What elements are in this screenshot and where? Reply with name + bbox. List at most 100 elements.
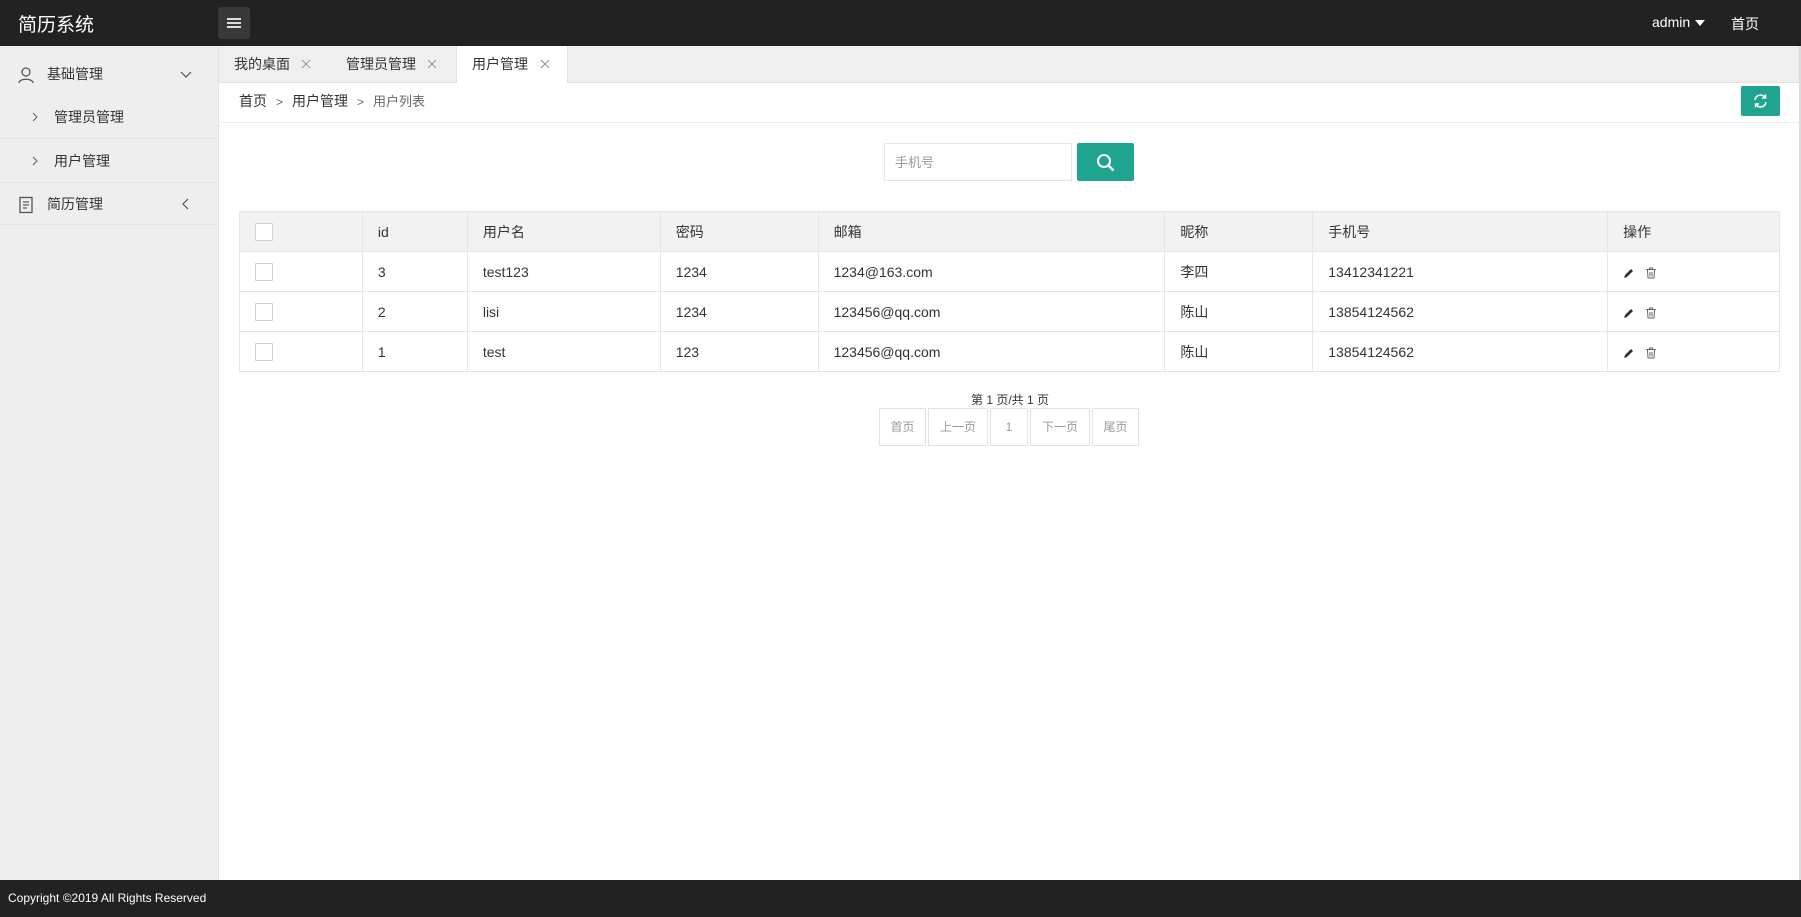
breadcrumb-user-management[interactable]: 用户管理 bbox=[292, 93, 348, 109]
hamburger-icon bbox=[227, 22, 241, 24]
breadcrumb-current: 用户列表 bbox=[373, 94, 426, 109]
last-page-button[interactable]: 尾页 bbox=[1092, 408, 1139, 446]
cell-actions bbox=[1607, 331, 1780, 372]
row-checkbox[interactable] bbox=[255, 302, 273, 321]
row-checkbox-cell bbox=[239, 331, 363, 372]
chevron-down-icon bbox=[180, 71, 192, 78]
cell-id: 2 bbox=[361, 291, 468, 332]
sidebar: 基础管理 管理员管理 用户管理 简历管理 bbox=[0, 46, 219, 880]
tab-label: 管理员管理 bbox=[346, 56, 416, 72]
phone-search-input[interactable] bbox=[884, 143, 1072, 181]
delete-icon[interactable] bbox=[1645, 267, 1657, 279]
caret-down-icon bbox=[1695, 20, 1706, 27]
column-header: 密码 bbox=[659, 211, 819, 252]
cell-id: 3 bbox=[361, 251, 468, 292]
column-header: 用户名 bbox=[466, 211, 661, 252]
breadcrumb-separator: > bbox=[357, 95, 365, 109]
cell-password: 1234 bbox=[659, 291, 819, 332]
sidebar-item-admin[interactable]: 管理员管理 bbox=[0, 95, 218, 139]
row-checkbox-cell bbox=[239, 251, 363, 292]
cell-email: 123456@qq.com bbox=[817, 291, 1166, 332]
cell-username: test123 bbox=[466, 251, 661, 292]
cell-nickname: 陈山 bbox=[1164, 331, 1314, 372]
column-header: 邮箱 bbox=[817, 211, 1166, 252]
row-checkbox[interactable] bbox=[255, 342, 273, 361]
top-header: 简历系统 admin 首页 bbox=[0, 0, 1801, 46]
cell-id: 1 bbox=[361, 331, 468, 372]
chevron-right-icon bbox=[32, 156, 38, 166]
breadcrumb-home[interactable]: 首页 bbox=[239, 93, 267, 109]
chevron-left-icon bbox=[182, 198, 189, 210]
edit-icon[interactable] bbox=[1623, 347, 1635, 359]
tab-label: 用户管理 bbox=[472, 56, 528, 72]
hamburger-icon bbox=[227, 26, 241, 28]
cell-username: test bbox=[466, 331, 661, 372]
main-content: 首页 > 用户管理 > 用户列表 id 用户名 密码 邮箱 昵称 bbox=[219, 83, 1801, 880]
page-number-button[interactable]: 1 bbox=[990, 408, 1028, 446]
column-header: id bbox=[361, 211, 468, 252]
delete-icon[interactable] bbox=[1645, 347, 1657, 359]
copyright-text: Copyright ©2019 All Rights Reserved bbox=[8, 891, 207, 905]
close-icon[interactable] bbox=[427, 59, 437, 69]
search-button[interactable] bbox=[1077, 143, 1134, 181]
refresh-icon bbox=[1754, 94, 1767, 108]
close-icon[interactable] bbox=[540, 59, 550, 69]
cell-nickname: 陈山 bbox=[1164, 291, 1314, 332]
tab-user-management[interactable]: 用户管理 bbox=[456, 46, 568, 84]
sidebar-item-label: 用户管理 bbox=[54, 153, 110, 169]
column-header: 昵称 bbox=[1164, 211, 1314, 252]
cell-actions bbox=[1607, 291, 1780, 332]
sidebar-group-label: 简历管理 bbox=[47, 196, 103, 212]
search-icon bbox=[1097, 154, 1115, 172]
breadcrumb-separator: > bbox=[276, 95, 284, 109]
close-icon[interactable] bbox=[301, 59, 311, 69]
document-icon bbox=[19, 196, 33, 214]
tab-bar: 我的桌面 管理员管理 用户管理 bbox=[219, 46, 1801, 84]
select-all-checkbox[interactable] bbox=[255, 222, 273, 241]
user-menu[interactable]: admin bbox=[1652, 14, 1706, 30]
row-checkbox-cell bbox=[239, 291, 363, 332]
sidebar-group-label: 基础管理 bbox=[47, 66, 103, 82]
user-table: id 用户名 密码 邮箱 昵称 手机号 操作 3 test123 1234 12… bbox=[239, 211, 1780, 372]
tab-label: 我的桌面 bbox=[234, 56, 290, 72]
cell-nickname: 李四 bbox=[1164, 251, 1314, 292]
cell-email: 1234@163.com bbox=[817, 251, 1166, 292]
column-header: 手机号 bbox=[1312, 211, 1609, 252]
table-row: 2 lisi 1234 123456@qq.com 陈山 13854124562 bbox=[239, 291, 1780, 332]
table-row: 3 test123 1234 1234@163.com 李四 134123412… bbox=[239, 251, 1780, 292]
cell-phone: 13854124562 bbox=[1312, 331, 1609, 372]
user-icon bbox=[18, 67, 34, 84]
tab-desktop[interactable]: 我的桌面 bbox=[219, 46, 329, 83]
chevron-right-icon bbox=[32, 112, 38, 122]
tab-admin-management[interactable]: 管理员管理 bbox=[331, 46, 453, 83]
cell-phone: 13854124562 bbox=[1312, 291, 1609, 332]
sidebar-group-resume[interactable]: 简历管理 bbox=[0, 183, 218, 225]
edit-icon[interactable] bbox=[1623, 307, 1635, 319]
cell-password: 123 bbox=[659, 331, 819, 372]
cell-actions bbox=[1607, 251, 1780, 292]
app-title: 简历系统 bbox=[18, 15, 95, 36]
menu-toggle-button[interactable] bbox=[218, 7, 250, 39]
column-header: 操作 bbox=[1607, 211, 1780, 252]
row-checkbox[interactable] bbox=[255, 262, 273, 281]
cell-password: 1234 bbox=[659, 251, 819, 292]
sidebar-group-basic[interactable]: 基础管理 bbox=[0, 53, 218, 95]
cell-phone: 13412341221 bbox=[1312, 251, 1609, 292]
sidebar-item-users[interactable]: 用户管理 bbox=[0, 139, 218, 183]
next-page-button[interactable]: 下一页 bbox=[1030, 408, 1090, 446]
cell-email: 123456@qq.com bbox=[817, 331, 1166, 372]
home-link[interactable]: 首页 bbox=[1731, 14, 1759, 34]
footer: Copyright ©2019 All Rights Reserved bbox=[0, 880, 1801, 917]
hamburger-icon bbox=[227, 18, 241, 20]
edit-icon[interactable] bbox=[1623, 267, 1635, 279]
table-header-row: id 用户名 密码 邮箱 昵称 手机号 操作 bbox=[239, 211, 1780, 252]
table-row: 1 test 123 123456@qq.com 陈山 13854124562 bbox=[239, 331, 1780, 372]
sidebar-item-label: 管理员管理 bbox=[54, 109, 124, 125]
prev-page-button[interactable]: 上一页 bbox=[928, 408, 988, 446]
page-info: 第 1 页/共 1 页 bbox=[970, 393, 1050, 407]
first-page-button[interactable]: 首页 bbox=[879, 408, 926, 446]
refresh-button[interactable] bbox=[1741, 86, 1780, 116]
header-checkbox-cell bbox=[239, 211, 363, 252]
delete-icon[interactable] bbox=[1645, 307, 1657, 319]
breadcrumb: 首页 > 用户管理 > 用户列表 bbox=[219, 83, 1801, 123]
